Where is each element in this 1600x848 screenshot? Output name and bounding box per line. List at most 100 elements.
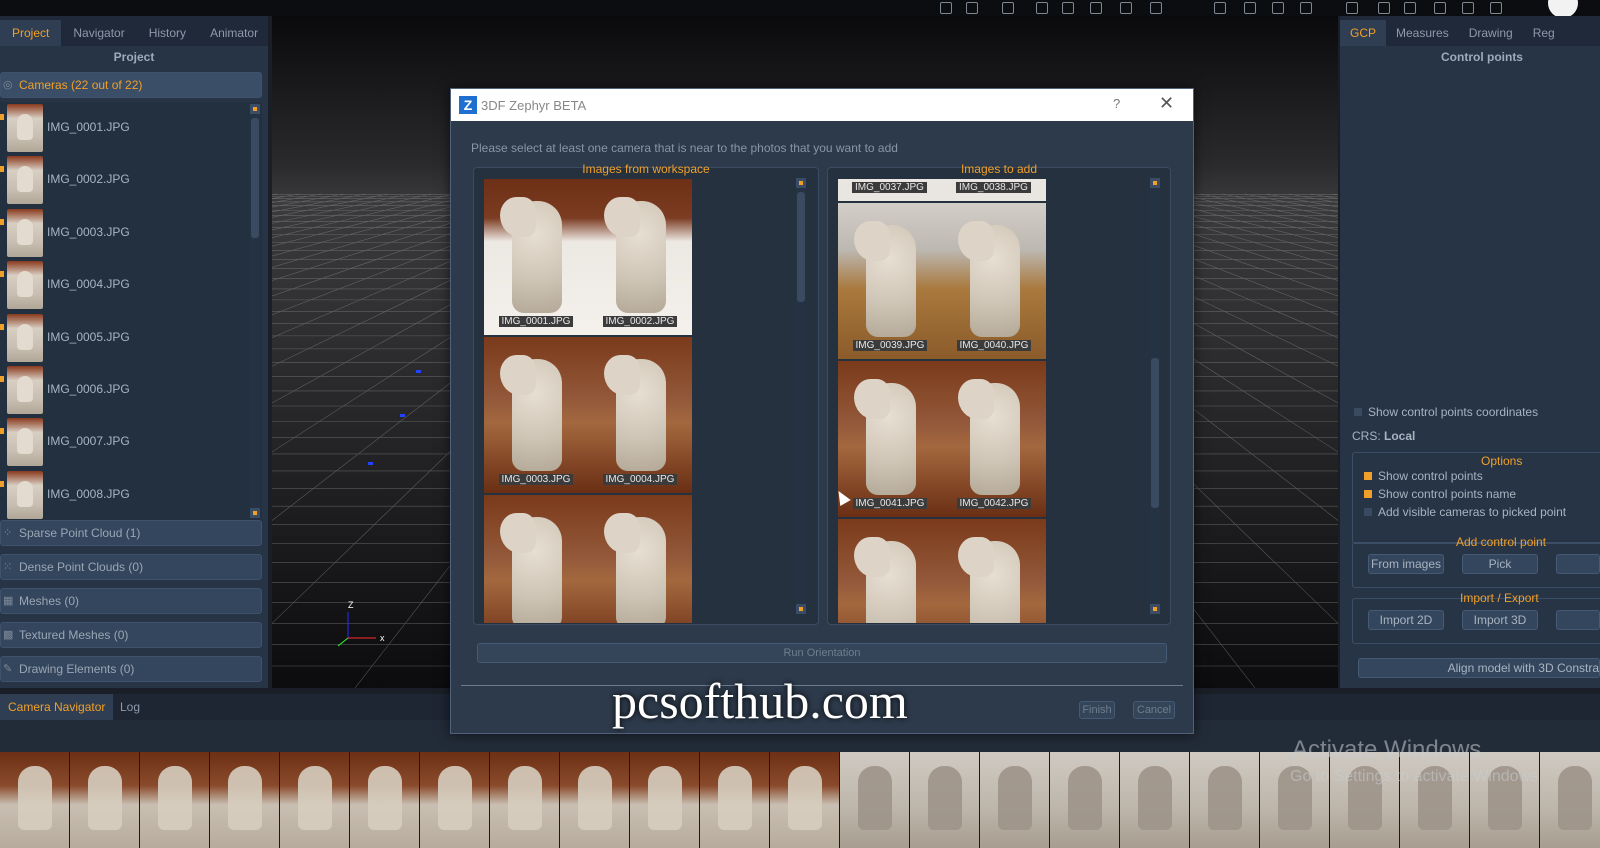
tab-measures[interactable]: Measures <box>1386 20 1459 46</box>
sparse-point-cloud-section[interactable]: ⁘ Sparse Point Cloud (1) <box>0 520 262 546</box>
scroll-down-button[interactable] <box>796 604 806 614</box>
tab-camera-navigator[interactable]: Camera Navigator <box>0 694 114 720</box>
show-names-checkbox[interactable] <box>1364 490 1372 498</box>
list-item[interactable]: IMG_0005.JPG <box>0 312 262 364</box>
image-thumbnail[interactable] <box>588 495 692 623</box>
toolbar-icon[interactable] <box>1150 2 1162 14</box>
filmstrip-thumbnail[interactable] <box>1120 752 1190 848</box>
tab-navigator[interactable]: Navigator <box>61 20 136 46</box>
image-thumbnail[interactable]: IMG_0001.JPG <box>484 179 588 335</box>
toolbar-icon[interactable] <box>966 2 978 14</box>
filmstrip-thumbnail[interactable] <box>840 752 910 848</box>
tab-project[interactable]: Project <box>0 20 62 46</box>
drawing-elements-section[interactable]: ✎ Drawing Elements (0) <box>0 656 262 682</box>
scroll-thumb[interactable] <box>1151 358 1159 508</box>
filmstrip-thumbnail[interactable] <box>140 752 210 848</box>
textured-meshes-section[interactable]: ▩ Textured Meshes (0) <box>0 622 262 648</box>
toolbar-icon[interactable] <box>1002 2 1014 14</box>
filmstrip-thumbnail[interactable] <box>980 752 1050 848</box>
cancel-button[interactable]: Cancel <box>1133 701 1175 719</box>
show-control-points-checkbox[interactable] <box>1364 472 1372 480</box>
image-thumbnail[interactable] <box>484 495 588 623</box>
filmstrip-thumbnail[interactable] <box>0 752 70 848</box>
add-cp-extra-button[interactable] <box>1556 554 1600 574</box>
image-thumbnail[interactable]: IMG_0003.JPG <box>484 337 588 493</box>
scroll-down-button[interactable] <box>1150 604 1160 614</box>
image-thumbnail[interactable] <box>942 519 1046 623</box>
toolbar-icon[interactable] <box>1120 2 1132 14</box>
pick-button[interactable]: Pick <box>1462 554 1538 574</box>
scroll-down-button[interactable] <box>250 508 260 518</box>
toolbar-icon[interactable] <box>1036 2 1048 14</box>
list-item[interactable]: IMG_0007.JPG <box>0 416 262 468</box>
filmstrip-thumbnail[interactable] <box>1050 752 1120 848</box>
list-item[interactable]: IMG_0006.JPG <box>0 364 262 416</box>
meshes-section[interactable]: ▦ Meshes (0) <box>0 588 262 614</box>
workspace-scrollbar[interactable] <box>796 178 806 614</box>
import-2d-button[interactable]: Import 2D <box>1368 610 1444 630</box>
filmstrip-thumbnail[interactable] <box>1330 752 1400 848</box>
camera-filmstrip[interactable] <box>0 752 1600 848</box>
filmstrip-thumbnail[interactable] <box>210 752 280 848</box>
list-item[interactable]: IMG_0003.JPG <box>0 207 262 259</box>
image-thumbnail[interactable]: IMG_0039.JPG <box>838 203 942 359</box>
finish-button[interactable]: Finish <box>1079 701 1115 719</box>
help-button[interactable]: ? <box>1113 96 1120 111</box>
scroll-up-button[interactable] <box>1150 178 1160 188</box>
toolbar-icon[interactable] <box>1378 2 1390 14</box>
filmstrip-thumbnail[interactable] <box>770 752 840 848</box>
scroll-up-button[interactable] <box>250 104 260 114</box>
tab-log[interactable]: Log <box>112 694 148 720</box>
toolbar-icon[interactable] <box>1244 2 1256 14</box>
tab-drawing[interactable]: Drawing <box>1459 20 1523 46</box>
toolbar-icon[interactable] <box>1214 2 1226 14</box>
scroll-thumb[interactable] <box>797 192 805 302</box>
export-button[interactable] <box>1556 610 1600 630</box>
list-item[interactable]: IMG_0001.JPG <box>0 102 262 154</box>
filmstrip-thumbnail[interactable] <box>350 752 420 848</box>
filmstrip-thumbnail[interactable] <box>700 752 770 848</box>
toolbar-icon[interactable] <box>1300 2 1312 14</box>
scroll-thumb[interactable] <box>251 118 259 238</box>
toolbar-icon[interactable] <box>1434 2 1446 14</box>
toolbar-icon[interactable] <box>1490 2 1502 14</box>
toolbar-icon[interactable] <box>940 2 952 14</box>
tab-registration[interactable]: Reg <box>1523 20 1565 46</box>
toolbar-icon[interactable] <box>1062 2 1074 14</box>
from-images-button[interactable]: From images <box>1368 554 1444 574</box>
toolbar-icon[interactable] <box>1462 2 1474 14</box>
image-thumbnail[interactable]: IMG_0040.JPG <box>942 203 1046 359</box>
import-3d-button[interactable]: Import 3D <box>1462 610 1538 630</box>
add-images-scrollbar[interactable] <box>1150 178 1160 614</box>
image-thumbnail[interactable]: IMG_0041.JPG <box>838 361 942 517</box>
dialog-titlebar[interactable]: Z 3DF Zephyr BETA ? ✕ <box>451 89 1193 121</box>
show-coordinates-checkbox[interactable] <box>1354 408 1362 416</box>
filmstrip-thumbnail[interactable] <box>1540 752 1600 848</box>
filmstrip-thumbnail[interactable] <box>1260 752 1330 848</box>
align-model-button[interactable]: Align model with 3D Constra <box>1358 658 1600 678</box>
filmstrip-thumbnail[interactable] <box>1400 752 1470 848</box>
dense-point-clouds-section[interactable]: ⁙ Dense Point Clouds (0) <box>0 554 262 580</box>
tab-history[interactable]: History <box>137 20 198 46</box>
tab-gcp[interactable]: GCP <box>1340 20 1387 46</box>
filmstrip-thumbnail[interactable] <box>280 752 350 848</box>
user-avatar[interactable] <box>1548 0 1578 16</box>
cameras-section[interactable]: ◎ Cameras (22 out of 22) <box>0 72 262 98</box>
image-thumbnail[interactable]: IMG_0004.JPG <box>588 337 692 493</box>
image-thumbnail[interactable]: IMG_0002.JPG <box>588 179 692 335</box>
toolbar-icon[interactable] <box>1272 2 1284 14</box>
filmstrip-thumbnail[interactable] <box>1190 752 1260 848</box>
tab-animator[interactable]: Animator <box>198 20 270 46</box>
list-item[interactable]: IMG_0004.JPG <box>0 259 262 311</box>
filmstrip-thumbnail[interactable] <box>910 752 980 848</box>
image-thumbnail[interactable] <box>838 519 942 623</box>
list-item[interactable]: IMG_0008.JPG <box>0 469 262 520</box>
run-orientation-button[interactable]: Run Orientation <box>477 643 1167 663</box>
filmstrip-thumbnail[interactable] <box>70 752 140 848</box>
toolbar-icon[interactable] <box>1404 2 1416 14</box>
list-item[interactable]: IMG_0002.JPG <box>0 154 262 206</box>
filmstrip-thumbnail[interactable] <box>630 752 700 848</box>
toolbar-icon[interactable] <box>1346 2 1358 14</box>
camera-list-scrollbar[interactable] <box>250 104 260 518</box>
filmstrip-thumbnail[interactable] <box>490 752 560 848</box>
